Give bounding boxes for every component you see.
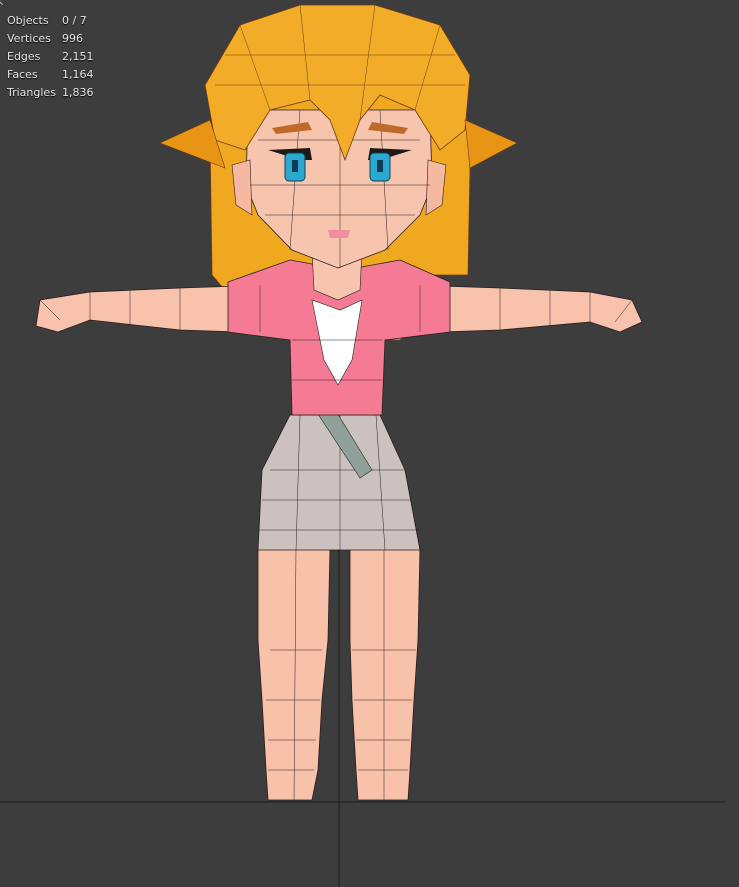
3d-viewport[interactable]: Objects 0 / 7 Vertices 996 Edges 2,151 F…	[0, 0, 739, 887]
right-leg	[349, 547, 421, 801]
left-arm	[35, 285, 241, 333]
right-pupil	[377, 160, 383, 172]
left-pupil	[292, 160, 298, 172]
hair-right-spike	[464, 119, 518, 169]
right-arm	[439, 285, 643, 333]
mouth	[328, 230, 350, 238]
left-leg	[257, 547, 331, 801]
character-model[interactable]	[0, 0, 739, 887]
